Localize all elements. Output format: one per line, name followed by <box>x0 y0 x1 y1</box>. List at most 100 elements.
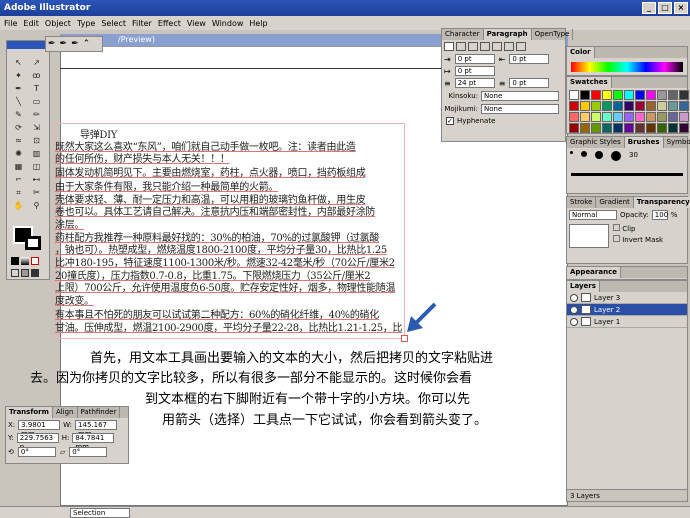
scissors-tool-icon[interactable]: ✂ <box>28 187 45 199</box>
tab-pathfinder[interactable]: Pathfinder <box>78 407 121 418</box>
screen-mode-full[interactable] <box>21 269 29 277</box>
tab-brushes[interactable]: Brushes <box>624 137 664 148</box>
selection-tool-icon[interactable]: ↖ <box>10 57 27 69</box>
mask-thumbnail[interactable] <box>569 224 609 248</box>
justify-center-icon[interactable] <box>492 42 502 51</box>
visibility-eye-icon[interactable] <box>570 293 578 302</box>
menu-item-view[interactable]: View <box>187 19 206 28</box>
type-tool-icon[interactable]: T <box>28 83 45 95</box>
w-field[interactable]: 145.167 mm <box>75 420 118 438</box>
color-swatch[interactable] <box>591 112 601 122</box>
magic-wand-tool-icon[interactable]: ✦ <box>10 70 27 82</box>
color-swatch[interactable] <box>646 90 656 100</box>
add-anchor-icon[interactable]: ✒ <box>60 39 68 49</box>
paintbrush-tool-icon[interactable]: ✎ <box>10 109 27 121</box>
space-after-field[interactable]: 0 pt <box>509 78 550 88</box>
color-button[interactable] <box>11 257 19 265</box>
color-swatch[interactable] <box>580 112 590 122</box>
maximize-button[interactable]: □ <box>658 2 672 14</box>
tab-character[interactable]: Character <box>442 29 484 40</box>
color-swatch[interactable] <box>679 123 689 133</box>
opacity-field[interactable]: 100 <box>651 210 668 220</box>
pen-tool-icon[interactable]: ✒ <box>48 39 56 49</box>
none-button[interactable] <box>31 257 39 265</box>
menu-item-effect[interactable]: Effect <box>158 19 181 28</box>
layer-row[interactable]: Layer 1 <box>567 316 687 328</box>
space-before-field[interactable]: 24 pt <box>454 78 495 88</box>
direct-select-tool-icon[interactable]: ↗ <box>28 57 45 69</box>
color-swatch[interactable] <box>624 90 634 100</box>
color-swatch[interactable] <box>602 123 612 133</box>
color-swatch[interactable] <box>580 101 590 111</box>
tab-graphic-styles[interactable]: Graphic Styles <box>567 137 625 148</box>
color-swatch[interactable] <box>569 101 579 111</box>
mesh-tool-icon[interactable]: ▦ <box>10 161 27 173</box>
screen-mode-full-no-menu[interactable] <box>31 269 39 277</box>
lasso-tool-icon[interactable]: ꝏ <box>28 70 45 82</box>
visibility-eye-icon[interactable] <box>570 317 578 326</box>
menu-item-type[interactable]: Type <box>77 19 95 28</box>
justify-right-icon[interactable] <box>504 42 514 51</box>
color-swatch[interactable] <box>657 101 667 111</box>
menu-item-window[interactable]: Window <box>212 19 244 28</box>
tab-swatches[interactable]: Swatches <box>567 77 612 88</box>
blend-tool-icon[interactable]: ⊷ <box>28 174 45 186</box>
invert-mask-checkbox[interactable] <box>613 235 620 242</box>
color-swatch[interactable] <box>602 90 612 100</box>
color-swatch[interactable] <box>668 101 678 111</box>
graph-tool-icon[interactable]: ▥ <box>28 148 45 160</box>
color-swatch[interactable] <box>635 123 645 133</box>
color-swatch[interactable] <box>613 123 623 133</box>
shear-field[interactable]: 0° <box>69 447 108 457</box>
hyphenate-checkbox[interactable]: ✓ <box>446 117 454 125</box>
left-indent-field[interactable]: 0 pt <box>454 54 495 64</box>
scale-tool-icon[interactable]: ⇲ <box>28 122 45 134</box>
color-swatch[interactable] <box>569 90 579 100</box>
tab-transparency[interactable]: Transparency <box>633 197 690 208</box>
h-field[interactable]: 84.7841 mm <box>72 433 115 451</box>
menu-item-select[interactable]: Select <box>101 19 126 28</box>
gradient-button[interactable] <box>21 257 29 265</box>
layer-row[interactable]: Layer 3 <box>567 292 687 304</box>
align-left-icon[interactable] <box>444 42 454 51</box>
color-swatch[interactable] <box>668 112 678 122</box>
slice-tool-icon[interactable]: ⌗ <box>10 187 27 199</box>
align-center-icon[interactable] <box>456 42 466 51</box>
menu-item-filter[interactable]: Filter <box>132 19 152 28</box>
color-swatch[interactable] <box>646 112 656 122</box>
color-swatch[interactable] <box>602 101 612 111</box>
line-tool-icon[interactable]: ╲ <box>10 96 27 108</box>
hand-tool-icon[interactable]: ✋ <box>10 200 27 212</box>
color-swatch[interactable] <box>679 101 689 111</box>
color-swatch[interactable] <box>569 112 579 122</box>
kinsoku-select[interactable]: None <box>481 91 559 101</box>
y-field[interactable]: 229.7563 n <box>16 433 59 451</box>
menu-item-object[interactable]: Object <box>45 19 71 28</box>
brush-dot[interactable] <box>570 151 573 154</box>
delete-anchor-icon[interactable]: ✒ <box>71 39 79 49</box>
status-tool-field[interactable]: Selection <box>70 508 130 518</box>
color-swatch[interactable] <box>635 90 645 100</box>
menu-item-file[interactable]: File <box>4 19 17 28</box>
tab-layers[interactable]: Layers <box>567 281 600 292</box>
tab-transform[interactable]: Transform <box>6 407 53 418</box>
color-swatch[interactable] <box>679 112 689 122</box>
color-swatch[interactable] <box>613 101 623 111</box>
color-swatch[interactable] <box>624 112 634 122</box>
color-swatch[interactable] <box>657 90 667 100</box>
menu-item-help[interactable]: Help <box>249 19 267 28</box>
free-transform-tool-icon[interactable]: ⊡ <box>28 135 45 147</box>
blend-mode-select[interactable]: Normal <box>569 210 617 220</box>
tab-opentype[interactable]: OpenType <box>532 29 574 40</box>
justify-left-icon[interactable] <box>480 42 490 51</box>
justify-all-icon[interactable] <box>516 42 526 51</box>
color-spectrum[interactable] <box>571 62 683 72</box>
color-swatch[interactable] <box>591 123 601 133</box>
symbol-sprayer-tool-icon[interactable]: ✺ <box>10 148 27 160</box>
color-swatch[interactable] <box>613 90 623 100</box>
close-button[interactable]: × <box>674 2 688 14</box>
pencil-tool-icon[interactable]: ✏ <box>28 109 45 121</box>
color-swatch[interactable] <box>613 112 623 122</box>
right-indent-field[interactable]: 0 pt <box>509 54 550 64</box>
screen-mode-normal[interactable] <box>11 269 19 277</box>
